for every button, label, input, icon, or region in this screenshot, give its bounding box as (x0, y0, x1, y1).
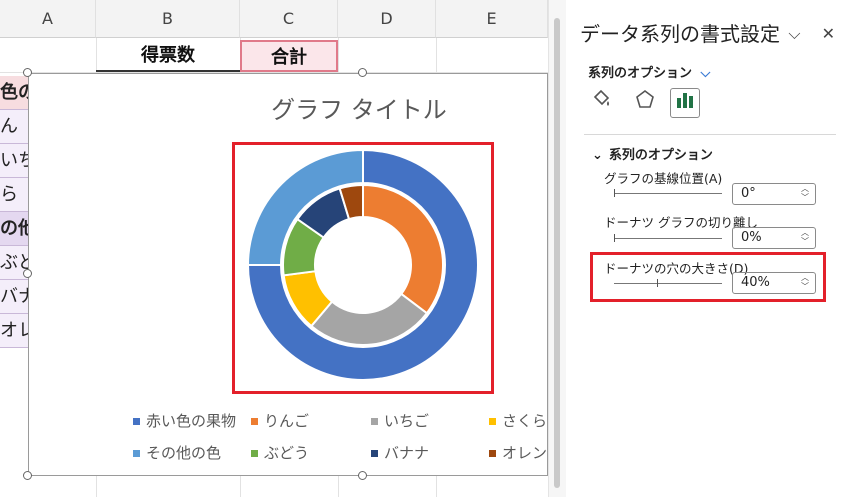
slider-thumb-baseline[interactable] (614, 189, 615, 197)
legend-item-orange[interactable]: オレン (489, 442, 547, 463)
header-cell-votes[interactable]: 得票数 (96, 40, 240, 72)
legend-swatch (371, 418, 378, 425)
legend-item-strawberry[interactable]: いちご (371, 410, 429, 431)
label-baseline-angle: グラフの基線位置(A) (604, 171, 723, 186)
slider-thumb-explosion[interactable] (614, 234, 615, 242)
highlight-box-chart (232, 142, 494, 394)
cell-a5[interactable]: いち (0, 144, 28, 178)
legend-item-apple[interactable]: りんご (251, 410, 309, 431)
series-options-dropdown[interactable]: 系列のオプション ⌵ (588, 62, 710, 81)
fill-line-tab[interactable] (586, 88, 616, 118)
legend-item-cherry[interactable]: さくら (489, 410, 547, 431)
cell-a7[interactable]: の他 (0, 212, 28, 246)
cell-a6[interactable]: ら (0, 178, 28, 212)
spin-arrows-icon[interactable]: ︿ ﹀ (801, 228, 809, 246)
chevron-down-icon: ⌄ (592, 148, 603, 163)
resize-handle-top[interactable] (358, 68, 367, 77)
slider-donut-explosion[interactable] (614, 238, 722, 239)
chevron-down-icon: ⌵ (700, 66, 711, 81)
series-options-tab[interactable] (670, 88, 700, 118)
column-header-a[interactable]: A (0, 0, 96, 38)
cell-a9[interactable]: バナ (0, 280, 28, 314)
format-pane: データ系列の書式設定 ⌵ ✕ 系列のオプション ⌵ ⌄ 系列のオプション グラフの… (566, 0, 845, 497)
cell-a3[interactable]: 色の (0, 76, 28, 110)
section-series-options[interactable]: ⌄ 系列のオプション (592, 144, 713, 163)
chart-title[interactable]: グラフ タイトル (229, 90, 489, 125)
column-header-b[interactable]: B (96, 0, 240, 38)
legend-item-grape[interactable]: ぶどう (251, 442, 309, 463)
sheet-scrollbar[interactable] (548, 0, 566, 497)
legend-swatch (489, 418, 496, 425)
resize-handle-tl[interactable] (23, 68, 32, 77)
slider-baseline-angle[interactable] (614, 193, 722, 194)
legend-swatch (133, 450, 140, 457)
legend-swatch (133, 418, 140, 425)
pane-title: データ系列の書式設定 (580, 22, 780, 46)
spin-donut-explosion[interactable]: 0% ︿ ﹀ (732, 227, 816, 249)
legend-swatch (251, 450, 258, 457)
column-header-d[interactable]: D (338, 0, 436, 38)
legend-item-other-colors[interactable]: その他の色 (133, 442, 221, 463)
chevron-down-icon[interactable]: ⌵ (788, 24, 800, 43)
cell-a10[interactable]: オレン (0, 314, 28, 348)
paint-bucket-icon (593, 89, 610, 106)
bar-chart-icon (677, 93, 693, 108)
column-header-c[interactable]: C (240, 0, 338, 38)
spin-arrows-icon[interactable]: ︿ ﹀ (801, 184, 809, 202)
header-cell-total[interactable]: 合計 (240, 40, 338, 72)
column-header-e[interactable]: E (436, 0, 548, 38)
cell-a4[interactable]: ん (0, 110, 28, 144)
highlight-box-hole-size (590, 252, 826, 302)
spin-baseline-angle[interactable]: 0° ︿ ﹀ (732, 183, 816, 205)
legend-item-red-fruits[interactable]: 赤い色の果物 (133, 410, 236, 431)
legend-swatch (489, 450, 496, 457)
legend-item-banana[interactable]: バナナ (371, 442, 429, 463)
close-icon[interactable]: ✕ (822, 24, 835, 43)
resize-handle-bl[interactable] (23, 471, 32, 480)
resize-handle-bottom[interactable] (358, 471, 367, 480)
pentagon-icon (636, 90, 654, 108)
resize-handle-left[interactable] (23, 269, 32, 278)
legend-swatch (251, 418, 258, 425)
spreadsheet: A B C D E 得票数 合計 色の ん いち ら の他 ぶど バナ オレン … (0, 0, 548, 497)
legend-swatch (371, 450, 378, 457)
effects-tab[interactable] (630, 88, 660, 118)
